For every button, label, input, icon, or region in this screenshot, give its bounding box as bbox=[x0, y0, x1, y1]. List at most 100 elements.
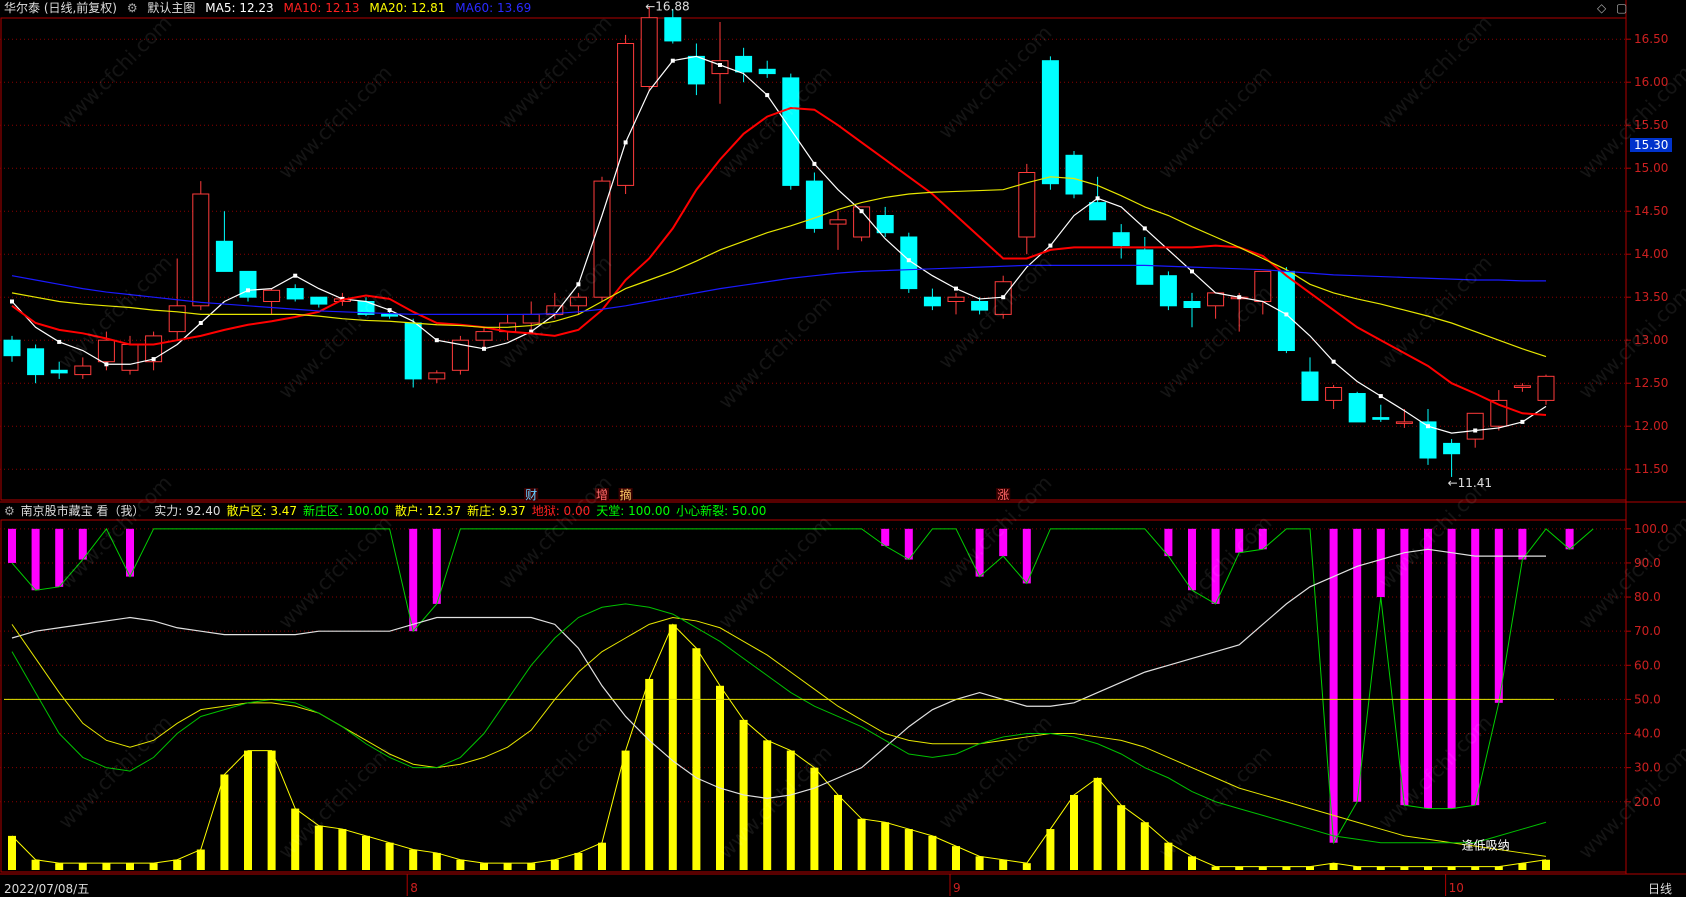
candle bbox=[1395, 409, 1413, 428]
indicator-panel[interactable]: 逢低吸纳 bbox=[4, 527, 1594, 870]
indicator-bar-zhuang bbox=[1400, 528, 1409, 806]
indicator-bar-retail bbox=[1494, 866, 1503, 870]
candle-body bbox=[50, 369, 68, 374]
stock-chart[interactable]: 16.50 16.00 15.50 15.00 14.50 14.00 13.50 13.00… bbox=[0, 0, 1686, 896]
indicator-bar-zhuang bbox=[432, 528, 441, 604]
candle-body bbox=[286, 288, 304, 300]
indicator-bar-retail bbox=[102, 863, 111, 870]
ma5-point bbox=[812, 161, 817, 166]
candle bbox=[664, 9, 682, 44]
indicator-value-1: 散户区: 3.47 bbox=[226, 504, 298, 518]
period-label[interactable]: 日线 bbox=[1648, 880, 1672, 897]
ma5-point bbox=[1190, 269, 1194, 274]
candle bbox=[1419, 409, 1437, 465]
candle bbox=[1183, 292, 1201, 328]
ma20-legend: MA20: 12.81 bbox=[369, 1, 446, 15]
candle-body bbox=[121, 344, 139, 371]
zhuang-smooth-line bbox=[11, 603, 1547, 844]
candle-body bbox=[27, 348, 45, 376]
candle bbox=[215, 211, 233, 272]
candle-body bbox=[1348, 393, 1366, 423]
candle-body bbox=[617, 43, 635, 186]
candle-body bbox=[475, 331, 493, 341]
ma5-point bbox=[1095, 196, 1100, 201]
candle-body bbox=[192, 193, 210, 307]
candle-body bbox=[168, 305, 186, 333]
indicator-bar-retail bbox=[1046, 829, 1055, 870]
indicator-bar-zhuang bbox=[1164, 528, 1173, 557]
indicator-bar-retail bbox=[196, 849, 205, 870]
candle bbox=[640, 6, 658, 91]
indicator-bar-zhuang bbox=[1211, 528, 1220, 604]
ma5-point bbox=[1048, 243, 1053, 248]
candle-body bbox=[215, 240, 233, 272]
indicator-bar-retail bbox=[1140, 822, 1149, 870]
restore-icon[interactable]: ◇ bbox=[1597, 1, 1606, 15]
ma5-point bbox=[576, 282, 581, 287]
candle bbox=[805, 172, 823, 233]
candle-body bbox=[758, 68, 776, 75]
candle bbox=[1159, 271, 1177, 311]
indicator-bar-zhuang bbox=[409, 528, 418, 632]
ma5-point bbox=[10, 299, 14, 304]
indicator-bar-retail bbox=[857, 818, 866, 870]
candle bbox=[1537, 374, 1555, 405]
indicator-bar-retail bbox=[904, 829, 913, 870]
candle-body bbox=[971, 301, 989, 311]
indicator-tick-label: 30.0 bbox=[1634, 761, 1661, 775]
ma5-legend: MA5: 12.23 bbox=[205, 1, 274, 15]
indicator-bar-retail bbox=[55, 863, 64, 870]
candle bbox=[1513, 383, 1531, 392]
candle bbox=[617, 34, 635, 194]
template-name[interactable]: 默认主图 bbox=[147, 1, 195, 15]
gear-icon[interactable]: ⚙ bbox=[4, 504, 15, 518]
candle-body bbox=[74, 365, 92, 376]
candle-body bbox=[1183, 301, 1201, 309]
maximize-icon[interactable]: ▢ bbox=[1616, 1, 1627, 15]
candle bbox=[192, 181, 210, 311]
candle bbox=[923, 288, 941, 311]
candle-body bbox=[900, 236, 918, 290]
indicator-tick-label: 100.0 bbox=[1634, 522, 1668, 536]
candle bbox=[1041, 56, 1059, 190]
ma5-point bbox=[198, 321, 203, 325]
indicator-tick-label: 60.0 bbox=[1634, 658, 1661, 672]
ma5-point bbox=[151, 357, 156, 362]
indicator-bar-retail bbox=[1093, 777, 1102, 870]
price-tick-label: 15.00 bbox=[1634, 161, 1668, 175]
indicator-bar-retail bbox=[1282, 866, 1291, 870]
indicator-bar-retail bbox=[928, 835, 937, 870]
indicator-title[interactable]: 南京股市藏宝 看（我） bbox=[21, 504, 145, 518]
ma5-point bbox=[1378, 394, 1383, 399]
gear-icon[interactable]: ⚙ bbox=[127, 1, 138, 15]
candle-body bbox=[522, 313, 540, 324]
candle-body bbox=[263, 289, 281, 303]
candle bbox=[239, 270, 257, 302]
candle-body bbox=[876, 215, 894, 234]
indicator-bar-zhuang bbox=[1188, 528, 1196, 591]
ma5-point bbox=[482, 346, 486, 351]
indicator-bar-retail bbox=[1188, 856, 1196, 870]
candle bbox=[900, 232, 918, 293]
candle bbox=[50, 361, 68, 379]
stock-title[interactable]: 华尔泰 (日线,前复权) bbox=[4, 1, 117, 15]
candle bbox=[263, 288, 281, 315]
ma5-point bbox=[954, 286, 958, 291]
candle-body bbox=[829, 219, 847, 225]
indicator-bar-retail bbox=[291, 808, 300, 870]
candle bbox=[735, 47, 753, 83]
candle bbox=[782, 73, 800, 190]
indicator-bar-retail bbox=[975, 856, 984, 870]
indicator-bar-retail bbox=[1424, 866, 1432, 870]
current-price-label: 15.30 bbox=[1630, 138, 1673, 152]
candlestick-series[interactable] bbox=[3, 6, 1555, 477]
candle-body bbox=[1301, 371, 1319, 401]
candle-body bbox=[569, 296, 587, 307]
indicator-header: ⚙ 南京股市藏宝 看（我） 实力: 92.40 散户区: 3.47 新庄区: 100… bbox=[4, 504, 778, 518]
candle-body bbox=[923, 296, 941, 307]
ma5-point bbox=[623, 140, 628, 145]
price-tick-label: 15.50 bbox=[1634, 118, 1668, 132]
indicator-bar-retail bbox=[1542, 859, 1550, 870]
indicator-bar-retail bbox=[149, 863, 158, 870]
price-tick-label: 13.50 bbox=[1634, 290, 1668, 304]
